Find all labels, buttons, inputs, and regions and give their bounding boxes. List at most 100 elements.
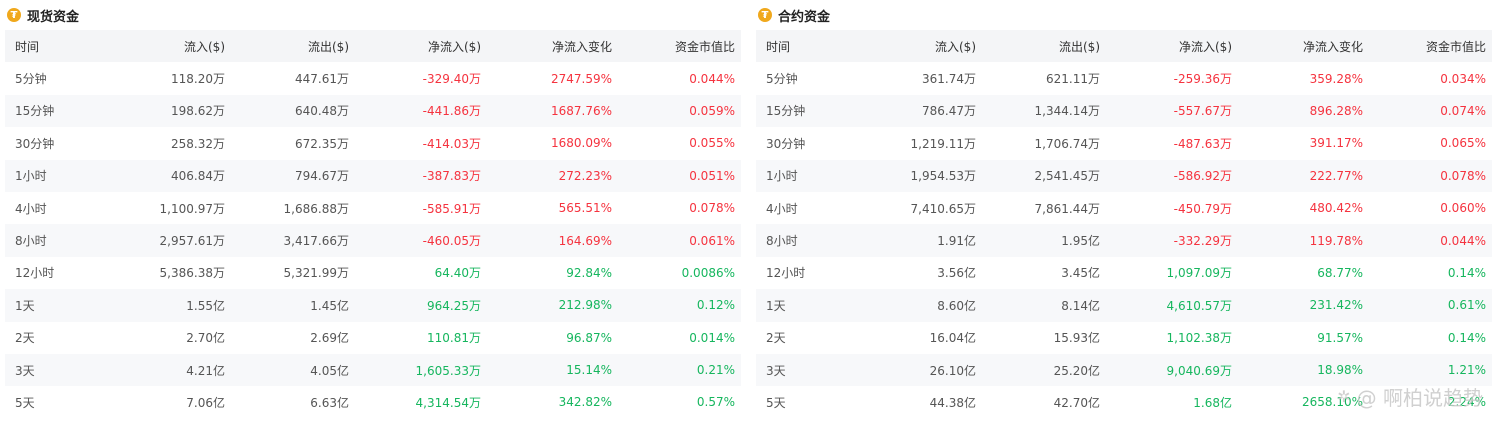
cell-cap-ratio: 0.051% bbox=[689, 168, 735, 183]
cell-period: 5天 bbox=[15, 395, 35, 410]
spot-funds-panel: ₮ 现货资金 时间 流入($) 流出($) 净流入($) 净流入变化 资金市值比… bbox=[5, 0, 741, 419]
table-row: 8小时 2,957.61万 3,417.66万 -460.05万 164.69% 0.06… bbox=[5, 224, 741, 257]
cell-outflow: 621.11万 bbox=[1046, 72, 1100, 87]
cell-net-change: 222.77% bbox=[1309, 168, 1363, 183]
cell-net-inflow: 4,314.54万 bbox=[415, 395, 481, 410]
cell-outflow: 447.61万 bbox=[295, 72, 349, 87]
cell-outflow: 6.63亿 bbox=[310, 395, 349, 410]
table-row: 3天 26.10亿 25.20亿 9,040.69万 18.98% 1.21% bbox=[756, 353, 1492, 387]
cell-period: 8小时 bbox=[15, 234, 47, 249]
cell-net-inflow: 64.40万 bbox=[434, 266, 481, 281]
cell-cap-ratio: 0.014% bbox=[689, 330, 735, 345]
cell-net-change: 1687.76% bbox=[550, 103, 612, 118]
cell-cap-ratio: 0.14% bbox=[1447, 265, 1486, 280]
cell-net-inflow: 1,097.09万 bbox=[1166, 266, 1232, 281]
cell-net-change: 342.82% bbox=[558, 395, 612, 410]
cell-period: 2天 bbox=[766, 331, 786, 346]
table-row: 30分钟 258.32万 672.35万 -414.03万 1680.09% 0.055% bbox=[5, 127, 741, 159]
cell-outflow: 794.67万 bbox=[295, 169, 349, 184]
table-row: 4小时 7,410.65万 7,861.44万 -450.79万 480.42% 0.06… bbox=[756, 192, 1492, 224]
cell-outflow: 1,686.88万 bbox=[283, 201, 349, 216]
table-row: 1天 8.60亿 8.14亿 4,610.57万 231.42% 0.61% bbox=[756, 289, 1492, 322]
cell-net-change: 480.42% bbox=[1309, 201, 1363, 216]
column-header-net-inflow: 净流入($) bbox=[428, 39, 481, 54]
cell-cap-ratio: 0.078% bbox=[1440, 168, 1486, 183]
cell-period: 4小时 bbox=[15, 201, 47, 216]
cell-period: 1小时 bbox=[15, 169, 47, 184]
cell-period: 12小时 bbox=[15, 266, 55, 281]
table-row: 4小时 1,100.97万 1,686.88万 -585.91万 565.51% 0.07… bbox=[5, 192, 741, 224]
cell-inflow: 361.74万 bbox=[922, 72, 976, 87]
cell-inflow: 3.56亿 bbox=[937, 266, 976, 281]
cell-period: 8小时 bbox=[766, 234, 798, 249]
cell-cap-ratio: 0.065% bbox=[1440, 136, 1486, 151]
cell-inflow: 198.62万 bbox=[171, 104, 225, 119]
cell-net-inflow: 9,040.69万 bbox=[1166, 363, 1232, 378]
table-header-row: 时间 流入($) 流出($) 净流入($) 净流入变化 资金市值比 bbox=[756, 30, 1492, 63]
cell-net-inflow: 1,605.33万 bbox=[415, 363, 481, 378]
futures-funds-table: 时间 流入($) 流出($) 净流入($) 净流入变化 资金市值比 5分钟 361… bbox=[756, 30, 1492, 419]
table-row: 1小时 406.84万 794.67万 -387.83万 272.23% 0.051% bbox=[5, 159, 741, 192]
cell-inflow: 406.84万 bbox=[171, 169, 225, 184]
cell-outflow: 640.48万 bbox=[295, 104, 349, 119]
cell-inflow: 2.70亿 bbox=[186, 331, 225, 346]
futures-table-body: 5分钟 361.74万 621.11万 -259.36万 359.28% 0.034% 15… bbox=[756, 62, 1492, 418]
cell-period: 5天 bbox=[766, 395, 786, 410]
cell-inflow: 786.47万 bbox=[922, 104, 976, 119]
cell-cap-ratio: 0.074% bbox=[1440, 103, 1486, 118]
table-row: 5天 7.06亿 6.63亿 4,314.54万 342.82% 0.57% bbox=[5, 386, 741, 418]
cell-cap-ratio: 0.060% bbox=[1440, 201, 1486, 216]
cell-cap-ratio: 0.061% bbox=[689, 233, 735, 248]
cell-outflow: 8.14亿 bbox=[1061, 298, 1100, 313]
table-row: 12小时 5,386.38万 5,321.99万 64.40万 92.84% 0.0086… bbox=[5, 257, 741, 289]
column-header-inflow: 流入($) bbox=[935, 39, 976, 54]
cell-net-inflow: 964.25万 bbox=[427, 298, 481, 313]
cell-cap-ratio: 0.059% bbox=[689, 103, 735, 118]
cell-inflow: 4.21亿 bbox=[186, 363, 225, 378]
coin-icon: ₮ bbox=[7, 8, 21, 22]
cell-inflow: 1.91亿 bbox=[937, 234, 976, 249]
cell-inflow: 2,957.61万 bbox=[159, 234, 225, 249]
column-header-outflow: 流出($) bbox=[308, 39, 349, 54]
cell-cap-ratio: 0.034% bbox=[1440, 71, 1486, 86]
cell-inflow: 258.32万 bbox=[171, 136, 225, 151]
table-row: 8小时 1.91亿 1.95亿 -332.29万 119.78% 0.044% bbox=[756, 224, 1492, 257]
cell-outflow: 5,321.99万 bbox=[283, 266, 349, 281]
cell-cap-ratio: 0.14% bbox=[1447, 330, 1486, 345]
cell-outflow: 1,706.74万 bbox=[1034, 136, 1100, 151]
cell-net-change: 231.42% bbox=[1309, 298, 1363, 313]
cell-outflow: 1.95亿 bbox=[1061, 234, 1100, 249]
cell-outflow: 1,344.14万 bbox=[1034, 104, 1100, 119]
cell-net-inflow: -387.83万 bbox=[422, 169, 481, 184]
cell-period: 5分钟 bbox=[766, 72, 798, 87]
cell-net-inflow: -259.36万 bbox=[1173, 72, 1232, 87]
cell-net-change: 212.98% bbox=[558, 298, 612, 313]
table-row: 30分钟 1,219.11万 1,706.74万 -487.63万 391.17% 0.0… bbox=[756, 127, 1492, 159]
cell-inflow: 16.04亿 bbox=[929, 331, 976, 346]
cell-period: 3天 bbox=[15, 363, 35, 378]
cell-net-change: 91.57% bbox=[1317, 330, 1363, 345]
cell-inflow: 8.60亿 bbox=[937, 298, 976, 313]
cell-inflow: 26.10亿 bbox=[929, 363, 976, 378]
cell-net-inflow: -585.91万 bbox=[422, 201, 481, 216]
cell-net-inflow: -586.92万 bbox=[1173, 169, 1232, 184]
table-header-row: 时间 流入($) 流出($) 净流入($) 净流入变化 资金市值比 bbox=[5, 30, 741, 63]
futures-panel-header: ₮ 合约资金 bbox=[756, 0, 1492, 30]
cell-period: 3天 bbox=[766, 363, 786, 378]
column-header-cap-ratio: 资金市值比 bbox=[674, 39, 735, 54]
cell-net-change: 68.77% bbox=[1317, 265, 1363, 280]
cell-net-inflow: 1.68亿 bbox=[1193, 395, 1232, 410]
table-row: 3天 4.21亿 4.05亿 1,605.33万 15.14% 0.21% bbox=[5, 353, 741, 387]
column-header-outflow: 流出($) bbox=[1059, 39, 1100, 54]
cell-net-change: 2747.59% bbox=[550, 71, 612, 86]
coin-icon: ₮ bbox=[758, 8, 772, 22]
cell-period: 1小时 bbox=[766, 169, 798, 184]
cell-cap-ratio: 2.24% bbox=[1447, 395, 1486, 410]
table-row: 1小时 1,954.53万 2,541.45万 -586.92万 222.77% 0.07… bbox=[756, 159, 1492, 192]
cell-net-change: 15.14% bbox=[566, 363, 612, 378]
cell-period: 4小时 bbox=[766, 201, 798, 216]
cell-outflow: 3.45亿 bbox=[1061, 266, 1100, 281]
cell-period: 2天 bbox=[15, 331, 35, 346]
table-row: 2天 2.70亿 2.69亿 110.81万 96.87% 0.014% bbox=[5, 322, 741, 354]
cell-net-inflow: 4,610.57万 bbox=[1166, 298, 1232, 313]
